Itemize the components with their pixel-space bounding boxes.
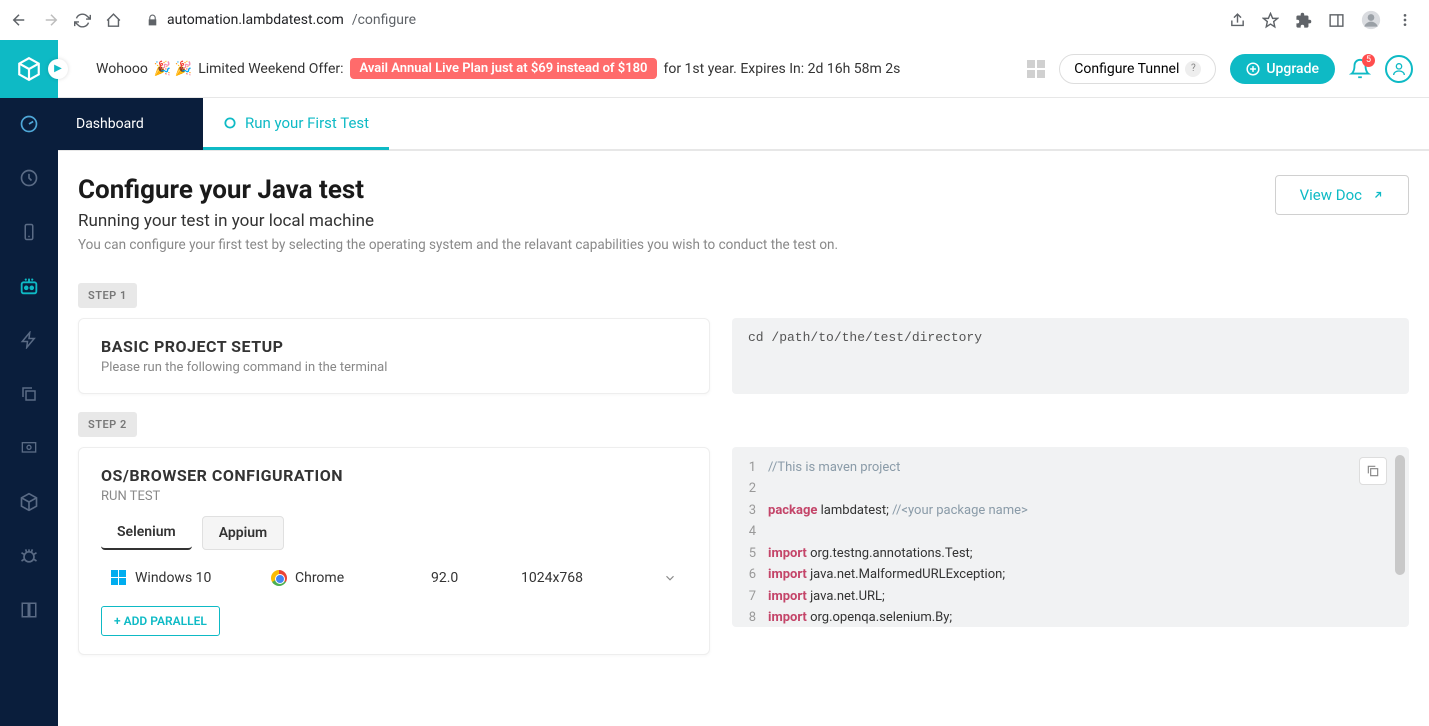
apps-icon[interactable]	[1027, 60, 1045, 78]
sidebar	[0, 98, 58, 726]
browser-toolbar: automation.lambdatest.com/configure	[0, 0, 1429, 40]
page-title: Configure your Java test	[78, 175, 374, 205]
sidebar-layers-icon[interactable]	[17, 598, 41, 622]
panel-icon[interactable]	[1328, 12, 1345, 29]
copy-icon[interactable]	[1359, 457, 1387, 485]
back-icon[interactable]	[10, 11, 28, 29]
url-path: /configure	[352, 12, 416, 28]
sidebar-automation-icon[interactable]	[17, 274, 41, 298]
chrome-icon	[271, 570, 287, 586]
configure-tunnel-button[interactable]: Configure Tunnel ?	[1059, 54, 1216, 84]
sidebar-screenshot-icon[interactable]	[17, 436, 41, 460]
page-hint: You can configure your first test by sel…	[78, 237, 1409, 253]
lock-icon	[146, 14, 159, 27]
view-doc-button[interactable]: View Doc	[1275, 175, 1409, 215]
notification-badge: 5	[1362, 54, 1375, 67]
promo-banner: Wohooo 🎉 🎉 Limited Weekend Offer: Avail …	[96, 58, 900, 79]
cfg-resolution: 1024x768	[521, 570, 611, 586]
step1-badge: STEP 1	[78, 283, 137, 308]
browser-actions	[1229, 10, 1419, 30]
promo-post: for 1st year. Expires In: 2d 16h 58m 2s	[663, 61, 900, 77]
promo-pill[interactable]: Avail Annual Live Plan just at $69 inste…	[350, 58, 658, 79]
upgrade-label: Upgrade	[1266, 61, 1319, 77]
step2-title: OS/BROWSER CONFIGURATION	[101, 466, 687, 485]
url-host: automation.lambdatest.com	[167, 12, 344, 28]
promo-pre: Wohooo	[96, 61, 148, 77]
reload-icon[interactable]	[74, 12, 91, 29]
cfg-browser: Chrome	[271, 570, 401, 586]
step1-card: BASIC PROJECT SETUP Please run the follo…	[78, 318, 710, 394]
cfg-version: 92.0	[431, 570, 491, 586]
extensions-icon[interactable]	[1295, 12, 1312, 29]
expand-sidebar-icon[interactable]: ▶	[48, 59, 68, 79]
upgrade-button[interactable]: Upgrade	[1230, 54, 1335, 84]
step2-sub: RUN TEST	[101, 489, 687, 504]
tab-appium[interactable]: Appium	[202, 516, 285, 550]
sidebar-device-icon[interactable]	[17, 220, 41, 244]
star-icon[interactable]	[1262, 12, 1279, 29]
add-parallel-button[interactable]: + ADD PARALLEL	[101, 606, 220, 636]
chevron-down-icon[interactable]	[663, 571, 677, 585]
sidebar-dashboard-icon[interactable]	[17, 112, 41, 136]
url-bar[interactable]: automation.lambdatest.com/configure	[136, 8, 1215, 32]
page-subtitle: Running your test in your local machine	[78, 211, 374, 231]
dashboard-tab[interactable]: Dashboard	[58, 98, 203, 150]
tab-run-first-test[interactable]: Run your First Test	[203, 98, 389, 150]
step1-title: BASIC PROJECT SETUP	[101, 337, 687, 356]
sidebar-bug-icon[interactable]	[17, 544, 41, 568]
menu-icon[interactable]	[1397, 12, 1413, 28]
code-block[interactable]: 1//This is maven project 2 3package lamb…	[732, 447, 1409, 627]
help-icon: ?	[1185, 61, 1201, 77]
main-content: Dashboard Run your First Test Configure …	[58, 98, 1429, 726]
promo-label: Limited Weekend Offer:	[198, 61, 343, 77]
cfg-os: Windows 10	[111, 570, 241, 586]
sidebar-lightning-icon[interactable]	[17, 328, 41, 352]
configure-tunnel-label: Configure Tunnel	[1074, 61, 1179, 77]
home-icon[interactable]	[105, 12, 122, 29]
sidebar-package-icon[interactable]	[17, 490, 41, 514]
sidebar-realtime-icon[interactable]	[17, 166, 41, 190]
share-icon[interactable]	[1229, 12, 1246, 29]
code-scrollbar[interactable]	[1395, 455, 1405, 575]
step2-card: OS/BROWSER CONFIGURATION RUN TEST Seleni…	[78, 447, 710, 655]
step1-command[interactable]: cd /path/to/the/test/directory	[732, 318, 1409, 394]
profile-icon[interactable]	[1361, 10, 1381, 30]
app-header: ▶ Wohooo 🎉 🎉 Limited Weekend Offer: Avai…	[0, 40, 1429, 98]
windows-icon	[111, 570, 127, 586]
step1-sub: Please run the following command in the …	[101, 360, 687, 375]
config-row[interactable]: Windows 10 Chrome 92.0 1024x768	[101, 564, 687, 592]
sidebar-copy-icon[interactable]	[17, 382, 41, 406]
step2-badge: STEP 2	[78, 412, 137, 437]
tab-selenium[interactable]: Selenium	[101, 516, 192, 550]
notifications-icon[interactable]: 5	[1349, 58, 1371, 80]
logo[interactable]: ▶	[0, 40, 58, 98]
forward-icon[interactable]	[42, 11, 60, 29]
avatar[interactable]	[1385, 55, 1413, 83]
